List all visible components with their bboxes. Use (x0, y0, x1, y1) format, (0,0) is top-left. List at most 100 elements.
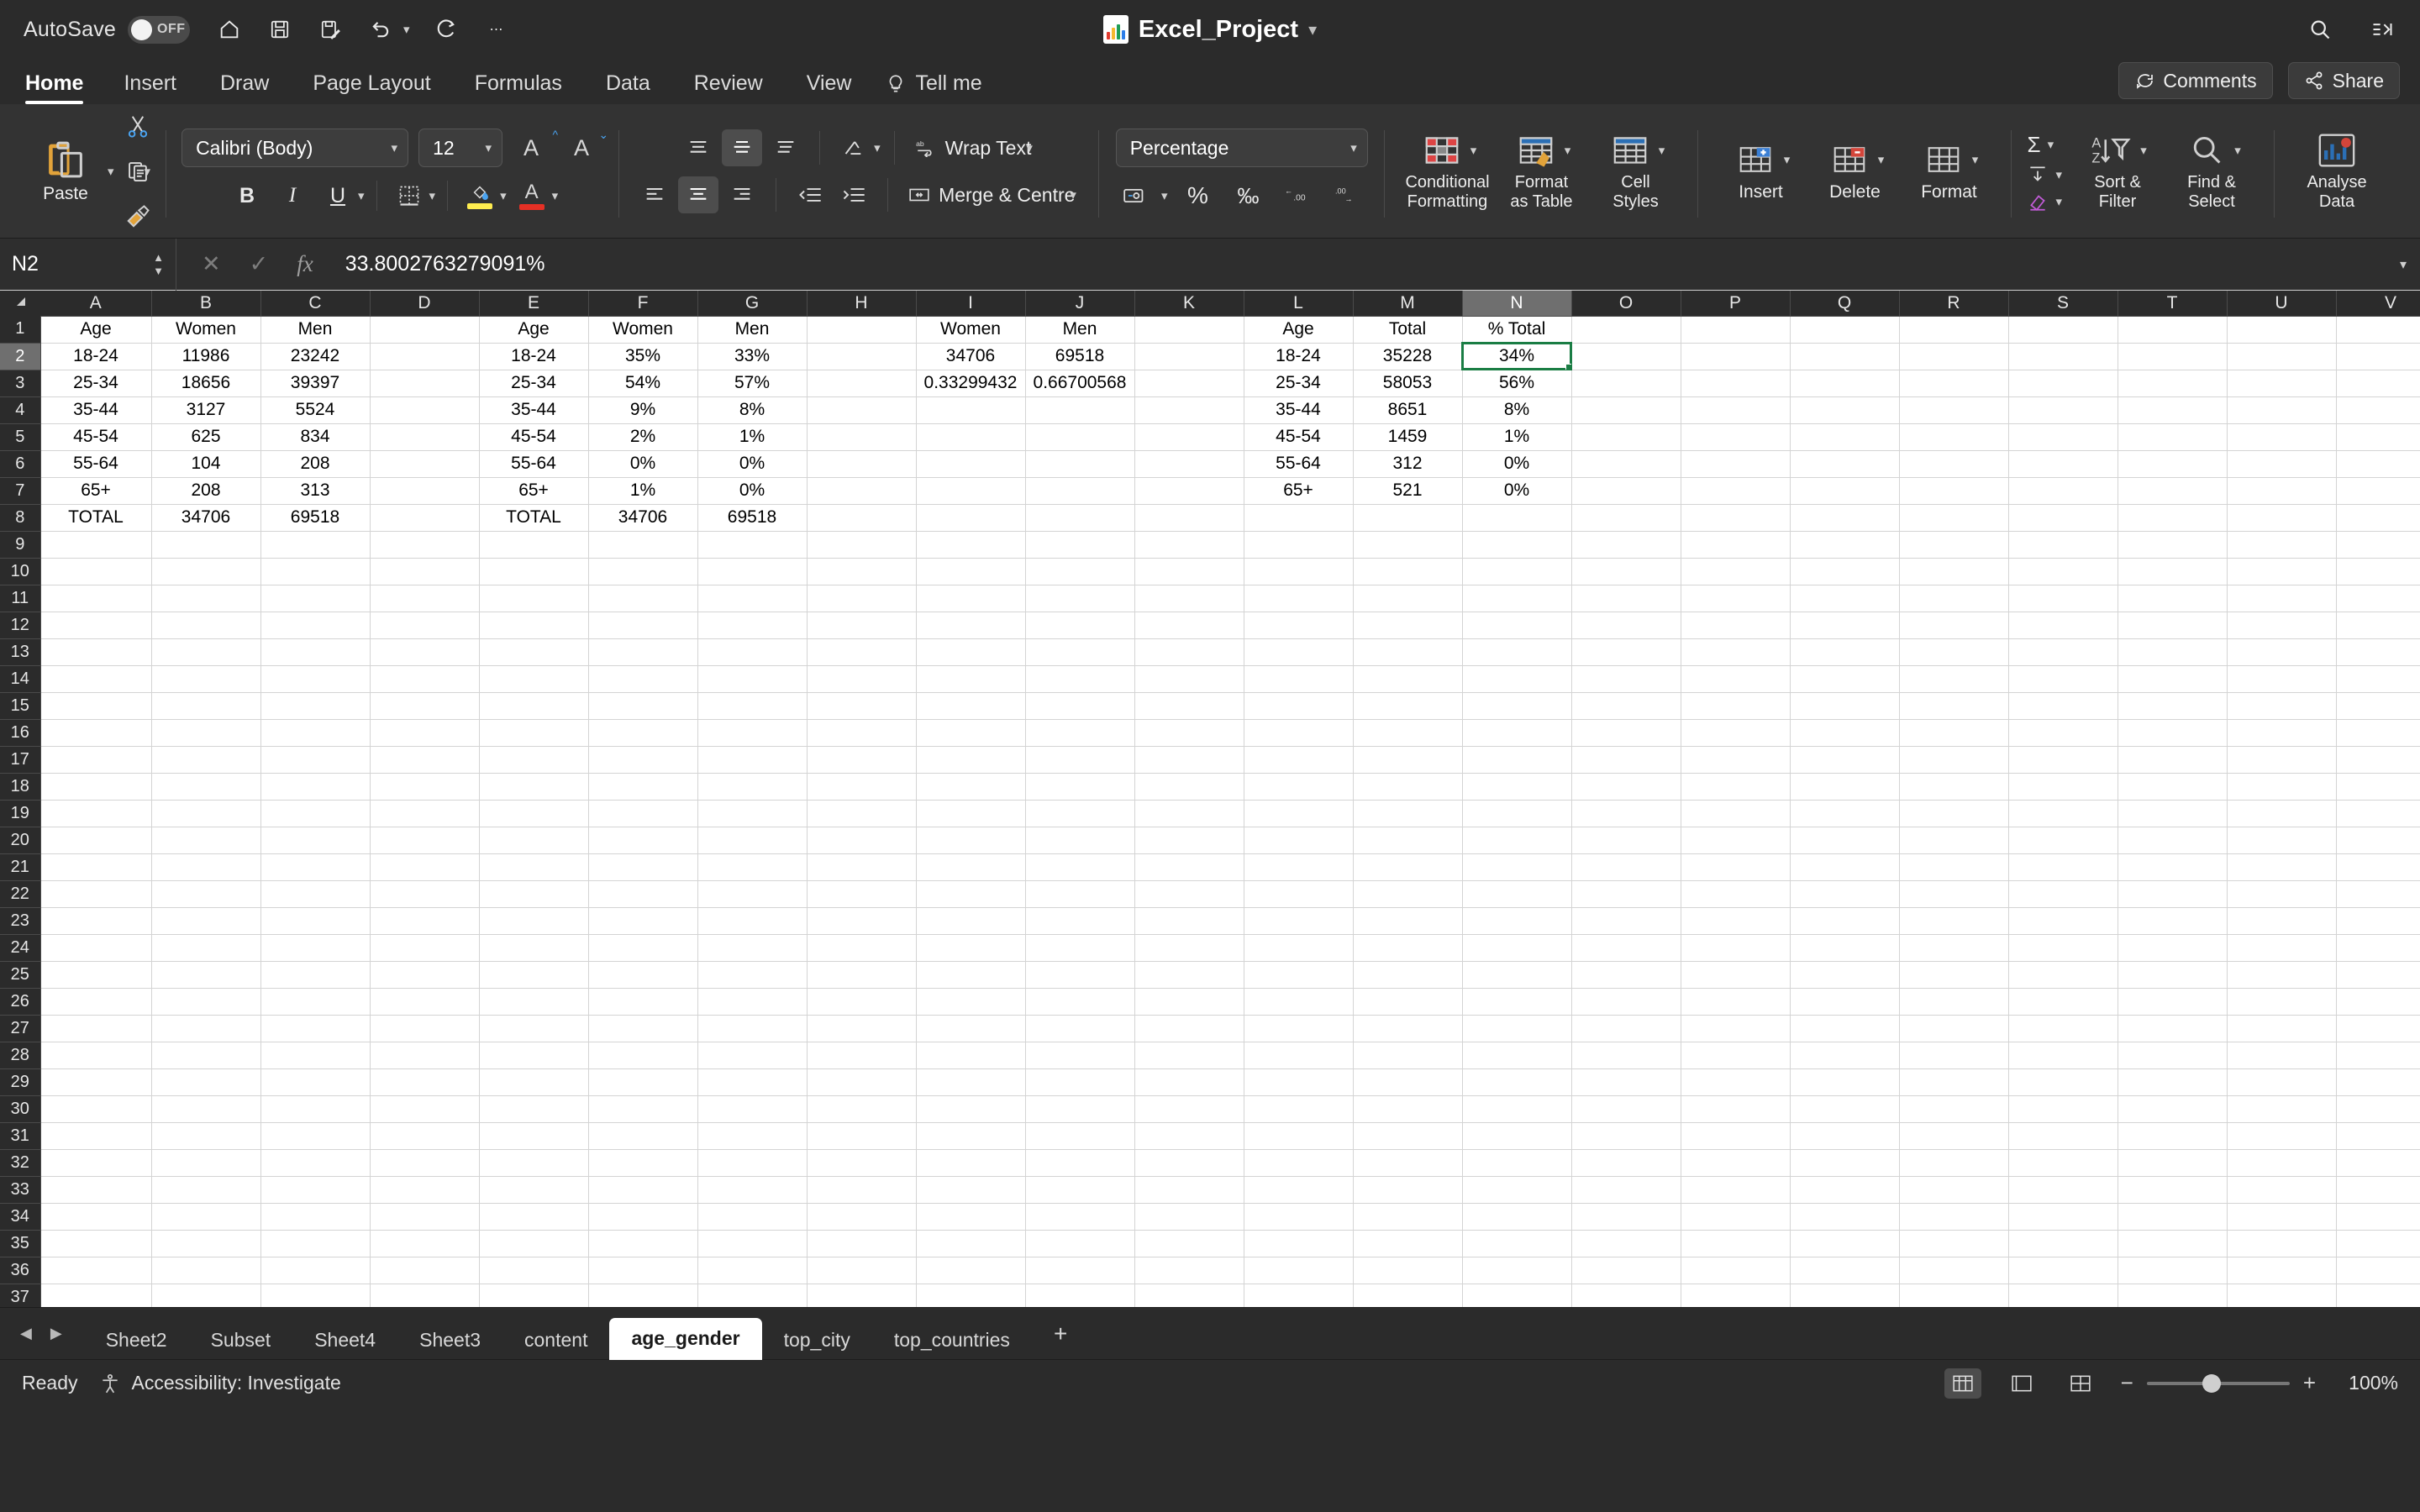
cell-O27[interactable] (1571, 1015, 1681, 1042)
cell-N36[interactable] (1462, 1257, 1572, 1284)
column-header-P[interactable]: P (1681, 291, 1791, 317)
cell-Q15[interactable] (1790, 692, 1900, 720)
column-header-R[interactable]: R (1899, 291, 2009, 317)
column-header-J[interactable]: J (1025, 291, 1135, 317)
cell-I23[interactable] (916, 907, 1026, 935)
cell-R24[interactable] (1899, 934, 2009, 962)
cancel-formula-icon[interactable]: ✕ (202, 251, 221, 277)
cell-J17[interactable] (1025, 746, 1135, 774)
cell-D5[interactable] (370, 423, 480, 451)
cell-B3[interactable]: 18656 (151, 370, 261, 397)
cell-F30[interactable] (588, 1095, 698, 1123)
cell-S2[interactable] (2008, 343, 2118, 370)
cell-C23[interactable] (260, 907, 371, 935)
autosum-dropdown-icon[interactable]: ▾ (2048, 137, 2054, 152)
cell-K6[interactable] (1134, 450, 1244, 478)
cell-F25[interactable] (588, 961, 698, 989)
cell-B21[interactable] (151, 853, 261, 881)
cell-T31[interactable] (2118, 1122, 2228, 1150)
cell-E14[interactable] (479, 665, 589, 693)
cell-P11[interactable] (1681, 585, 1791, 612)
cell-I32[interactable] (916, 1149, 1026, 1177)
row-header-25[interactable]: 25 (0, 961, 41, 989)
cell-Q25[interactable] (1790, 961, 1900, 989)
cell-D22[interactable] (370, 880, 480, 908)
paste-button[interactable]: Paste (25, 139, 106, 204)
cell-E18[interactable] (479, 773, 589, 801)
cell-A36[interactable] (40, 1257, 152, 1284)
row-header-37[interactable]: 37 (0, 1284, 41, 1307)
cell-A26[interactable] (40, 988, 152, 1016)
cell-S11[interactable] (2008, 585, 2118, 612)
cell-N14[interactable] (1462, 665, 1572, 693)
cell-J26[interactable] (1025, 988, 1135, 1016)
cell-L23[interactable] (1244, 907, 1354, 935)
cell-G9[interactable] (697, 531, 808, 559)
cell-L7[interactable]: 65+ (1244, 477, 1354, 505)
cell-P2[interactable] (1681, 343, 1791, 370)
cell-D30[interactable] (370, 1095, 480, 1123)
cell-C14[interactable] (260, 665, 371, 693)
cell-T11[interactable] (2118, 585, 2228, 612)
cell-I14[interactable] (916, 665, 1026, 693)
cell-O32[interactable] (1571, 1149, 1681, 1177)
zoom-track[interactable] (2146, 1373, 2290, 1393)
zoom-thumb[interactable] (2202, 1373, 2221, 1393)
cell-N4[interactable]: 8% (1462, 396, 1572, 424)
cell-J7[interactable] (1025, 477, 1135, 505)
cell-T32[interactable] (2118, 1149, 2228, 1177)
cell-T27[interactable] (2118, 1015, 2228, 1042)
cell-E33[interactable] (479, 1176, 589, 1204)
align-right-icon[interactable] (722, 176, 762, 213)
cell-O25[interactable] (1571, 961, 1681, 989)
cell-A33[interactable] (40, 1176, 152, 1204)
cell-U36[interactable] (2227, 1257, 2337, 1284)
column-header-F[interactable]: F (588, 291, 698, 317)
cell-R31[interactable] (1899, 1122, 2009, 1150)
cell-G10[interactable] (697, 558, 808, 585)
cell-K22[interactable] (1134, 880, 1244, 908)
row-header-13[interactable]: 13 (0, 638, 41, 666)
cell-A11[interactable] (40, 585, 152, 612)
cell-V15[interactable] (2336, 692, 2420, 720)
cell-U16[interactable] (2227, 719, 2337, 747)
cell-E27[interactable] (479, 1015, 589, 1042)
cell-A20[interactable] (40, 827, 152, 854)
autosum-button[interactable]: Σ ▾ (2027, 132, 2062, 158)
cell-P19[interactable] (1681, 800, 1791, 827)
cell-J36[interactable] (1025, 1257, 1135, 1284)
sheet-tab-Sheet4[interactable]: Sheet4 (292, 1321, 397, 1360)
cell-F21[interactable] (588, 853, 698, 881)
underline-button[interactable]: U (318, 177, 358, 214)
cell-N28[interactable] (1462, 1042, 1572, 1069)
cell-L32[interactable] (1244, 1149, 1354, 1177)
cell-O8[interactable] (1571, 504, 1681, 532)
cell-J14[interactable] (1025, 665, 1135, 693)
sheet-tab-Sheet2[interactable]: Sheet2 (84, 1321, 189, 1360)
cell-C25[interactable] (260, 961, 371, 989)
cell-D6[interactable] (370, 450, 480, 478)
cell-N12[interactable] (1462, 612, 1572, 639)
column-header-H[interactable]: H (807, 291, 917, 317)
cell-L17[interactable] (1244, 746, 1354, 774)
cell-D32[interactable] (370, 1149, 480, 1177)
cell-D17[interactable] (370, 746, 480, 774)
cell-R23[interactable] (1899, 907, 2009, 935)
cell-S36[interactable] (2008, 1257, 2118, 1284)
cell-T9[interactable] (2118, 531, 2228, 559)
cell-I12[interactable] (916, 612, 1026, 639)
row-header-12[interactable]: 12 (0, 612, 41, 639)
cell-R20[interactable] (1899, 827, 2009, 854)
cell-U4[interactable] (2227, 396, 2337, 424)
cell-E26[interactable] (479, 988, 589, 1016)
cell-N2[interactable]: 34% (1461, 342, 1572, 370)
cell-S29[interactable] (2008, 1068, 2118, 1096)
cell-F13[interactable] (588, 638, 698, 666)
cell-U23[interactable] (2227, 907, 2337, 935)
cell-O17[interactable] (1571, 746, 1681, 774)
cell-E10[interactable] (479, 558, 589, 585)
tab-insert[interactable]: Insert (102, 71, 198, 104)
cell-R9[interactable] (1899, 531, 2009, 559)
cell-R4[interactable] (1899, 396, 2009, 424)
insert-function-icon[interactable]: fx (297, 251, 313, 277)
